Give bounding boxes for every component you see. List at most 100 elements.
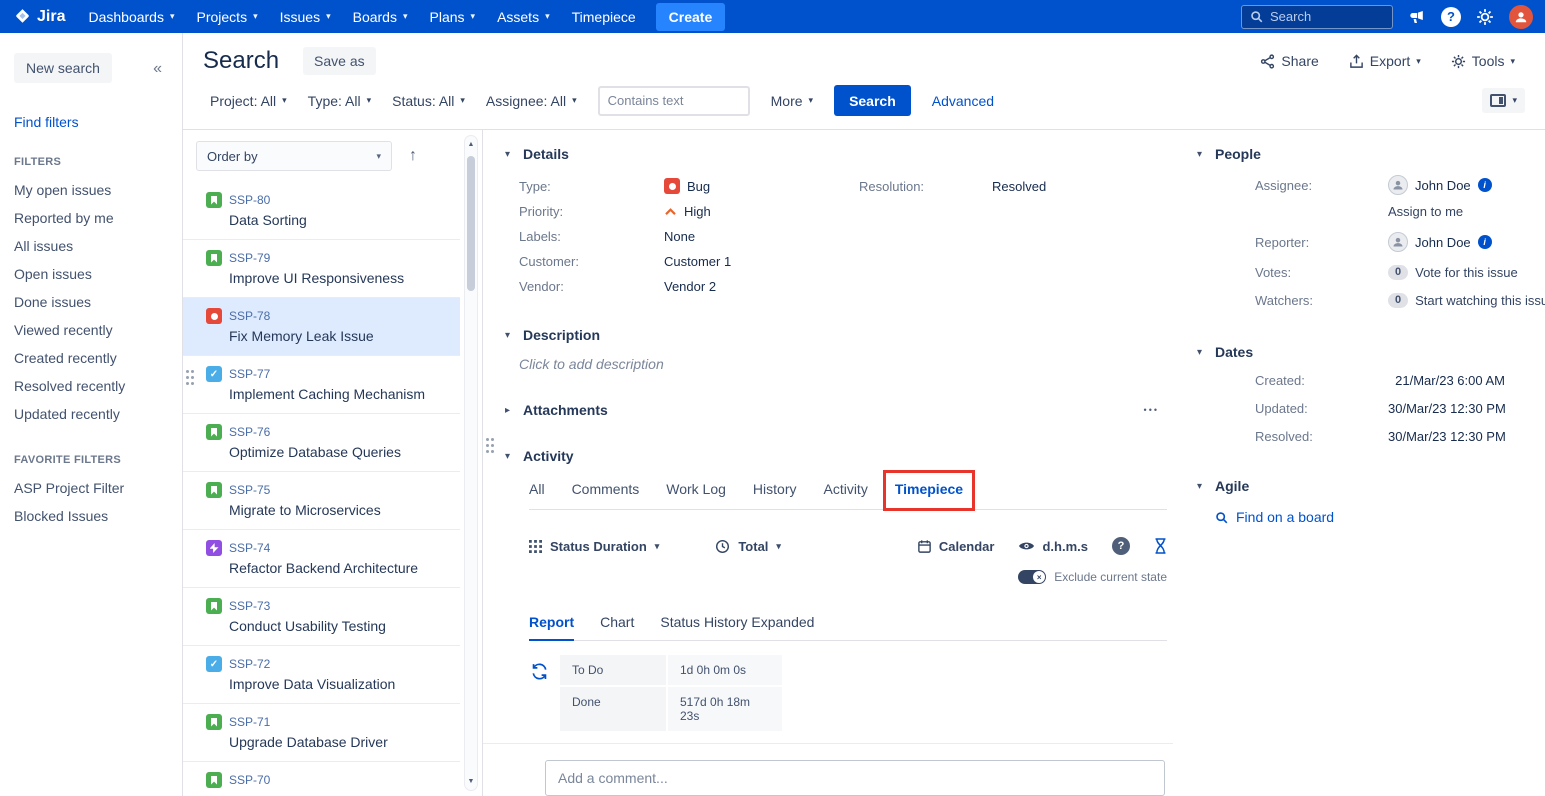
collapse-sidebar-icon[interactable]	[153, 60, 162, 78]
refresh-icon[interactable]	[531, 663, 548, 733]
sidebar-filter-item[interactable]: Done issues	[0, 288, 182, 316]
scroll-up-arrow-icon[interactable]	[465, 141, 477, 148]
issue-list-item[interactable]: SSP-76 Optimize Database Queries	[183, 414, 460, 472]
status-duration-dropdown[interactable]: Status Duration	[529, 539, 659, 554]
type-field-value[interactable]: Bug	[664, 178, 710, 194]
tools-button[interactable]: Tools	[1451, 53, 1515, 69]
sidebar-filter-item[interactable]: Viewed recently	[0, 316, 182, 344]
activity-tab[interactable]: All	[529, 481, 545, 497]
issue-list-item[interactable]: SSP-74 Refactor Backend Architecture	[183, 530, 460, 588]
scroll-down-arrow-icon[interactable]	[465, 778, 477, 785]
timepiece-subtab[interactable]: Chart	[600, 614, 634, 630]
find-on-board-link[interactable]: Find on a board	[1215, 509, 1545, 525]
labels-field-value[interactable]: None	[664, 229, 695, 244]
view-switcher-button[interactable]	[1482, 88, 1525, 113]
filter-dropdown[interactable]: Project: All	[210, 93, 287, 109]
vote-for-issue-link[interactable]: Vote for this issue	[1415, 265, 1518, 280]
time-format-button[interactable]: d.h.m.s	[1018, 539, 1088, 554]
issue-list-item[interactable]: SSP-70	[183, 762, 460, 796]
advanced-search-link[interactable]: Advanced	[932, 93, 994, 109]
calendar-button[interactable]: Calendar	[917, 539, 995, 554]
scrollbar-thumb[interactable]	[467, 156, 475, 291]
description-section-header[interactable]: Description	[505, 327, 1167, 343]
create-button[interactable]: Create	[656, 3, 726, 31]
timepiece-subtab[interactable]: Report	[529, 614, 574, 630]
export-button[interactable]: Export	[1349, 53, 1421, 69]
nav-menu-item[interactable]: Issues	[269, 0, 342, 33]
nav-menu-item[interactable]: Projects	[186, 0, 269, 33]
issue-list-item[interactable]: SSP-73 Conduct Usability Testing	[183, 588, 460, 646]
activity-tab[interactable]: Activity	[823, 481, 867, 497]
sidebar-filter-item[interactable]: Resolved recently	[0, 372, 182, 400]
sidebar-filter-item[interactable]: Created recently	[0, 344, 182, 372]
jira-logo[interactable]: Jira	[12, 8, 77, 26]
activity-tab[interactable]: Work Log	[666, 481, 726, 497]
sidebar-favorite-item[interactable]: ASP Project Filter	[0, 474, 182, 502]
timepiece-subtab[interactable]: Status History Expanded	[660, 614, 814, 630]
timepiece-help-icon[interactable]	[1112, 537, 1130, 555]
customer-field-value[interactable]: Customer 1	[664, 254, 731, 269]
sidebar-filter-item[interactable]: Open issues	[0, 260, 182, 288]
assignee-value[interactable]: John Doe	[1388, 175, 1492, 195]
find-filters-link[interactable]: Find filters	[14, 114, 182, 130]
expand-chevron-icon[interactable]	[505, 405, 515, 416]
help-icon[interactable]	[1441, 7, 1461, 27]
sidebar-filter-item[interactable]: Reported by me	[0, 204, 182, 232]
share-button[interactable]: Share	[1260, 53, 1318, 69]
info-icon[interactable]	[1478, 235, 1492, 249]
details-section-header[interactable]: Details	[505, 146, 1167, 162]
issue-list-item[interactable]: SSP-72 Improve Data Visualization	[183, 646, 460, 704]
order-by-dropdown[interactable]: Order by	[196, 141, 392, 171]
filter-dropdown[interactable]: Type: All	[308, 93, 371, 109]
sort-direction-button[interactable]	[409, 148, 417, 164]
vendor-field-value[interactable]: Vendor 2	[664, 279, 716, 294]
dates-section-header[interactable]: Dates	[1197, 344, 1545, 360]
nav-menu-item[interactable]: Plans	[419, 0, 487, 33]
issue-list-item[interactable]: SSP-79 Improve UI Responsiveness	[183, 240, 460, 298]
sidebar-filter-item[interactable]: My open issues	[0, 176, 182, 204]
people-section-header[interactable]: People	[1197, 146, 1545, 162]
announcements-megaphone-icon[interactable]	[1408, 9, 1426, 25]
agile-section-header[interactable]: Agile	[1197, 478, 1545, 494]
filter-dropdown[interactable]: Status: All	[392, 93, 465, 109]
sidebar-filter-item[interactable]: Updated recently	[0, 400, 182, 428]
activity-tab[interactable]: History	[753, 481, 797, 497]
more-actions-icon[interactable]	[1144, 405, 1159, 415]
global-search-input[interactable]	[1270, 9, 1382, 24]
total-dropdown[interactable]: Total	[715, 539, 781, 554]
resolution-field-value[interactable]: Resolved	[992, 179, 1046, 194]
sidebar-filter-item[interactable]: All issues	[0, 232, 182, 260]
activity-tab-timepiece[interactable]: Timepiece	[895, 481, 963, 497]
global-search[interactable]	[1241, 5, 1393, 29]
reporter-value[interactable]: John Doe	[1388, 232, 1492, 252]
save-as-button[interactable]: Save as	[303, 47, 376, 75]
start-watching-link[interactable]: Start watching this issue	[1415, 293, 1545, 308]
issue-list-scrollbar[interactable]	[464, 135, 478, 791]
settings-gear-icon[interactable]	[1476, 8, 1494, 26]
search-button[interactable]: Search	[834, 85, 911, 116]
filter-dropdown[interactable]: Assignee: All	[486, 93, 577, 109]
issue-list-item[interactable]: SSP-78 Fix Memory Leak Issue	[183, 298, 460, 356]
activity-tab[interactable]: Comments	[572, 481, 640, 497]
hourglass-icon[interactable]	[1154, 538, 1167, 554]
more-filters-dropdown[interactable]: More	[771, 93, 813, 109]
nav-item-timepiece[interactable]: Timepiece	[561, 0, 647, 33]
user-avatar[interactable]	[1509, 5, 1533, 29]
activity-section-header[interactable]: Activity	[505, 448, 1167, 464]
issue-list-item[interactable]: SSP-77 Implement Caching Mechanism	[183, 356, 460, 414]
priority-field-value[interactable]: High	[664, 204, 711, 219]
issue-list-item[interactable]: SSP-71 Upgrade Database Driver	[183, 704, 460, 762]
nav-menu-item[interactable]: Boards	[342, 0, 419, 33]
exclude-current-state-toggle[interactable]	[1018, 570, 1046, 584]
description-placeholder[interactable]: Click to add description	[519, 356, 1167, 372]
comment-input[interactable]	[545, 760, 1165, 796]
contains-text-input[interactable]	[598, 86, 750, 116]
sidebar-favorite-item[interactable]: Blocked Issues	[0, 502, 182, 530]
assign-to-me-link[interactable]: Assign to me	[1388, 204, 1545, 219]
issue-list-item[interactable]: SSP-80 Data Sorting	[183, 182, 460, 240]
issue-list-item[interactable]: SSP-75 Migrate to Microservices	[183, 472, 460, 530]
nav-menu-item[interactable]: Dashboards	[77, 0, 185, 33]
new-search-button[interactable]: New search	[14, 53, 112, 83]
nav-menu-item[interactable]: Assets	[486, 0, 561, 33]
info-icon[interactable]	[1478, 178, 1492, 192]
